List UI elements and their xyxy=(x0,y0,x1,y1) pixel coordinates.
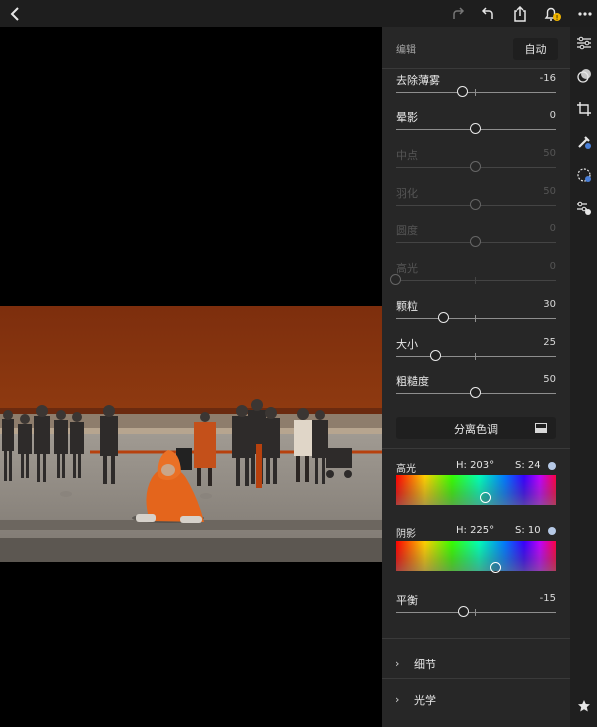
highlights-saturation-value: S: 24 xyxy=(515,460,541,471)
slider-label: 中点 xyxy=(396,149,418,162)
adjust-mask-icon[interactable] xyxy=(570,196,597,220)
slider-label: 大小 xyxy=(396,338,418,351)
photo-canvas[interactable] xyxy=(0,27,382,727)
slider-knob[interactable] xyxy=(438,312,449,323)
slider-value: 0 xyxy=(549,261,556,272)
slider-label: 粗糙度 xyxy=(396,375,429,388)
more-icon[interactable] xyxy=(576,0,594,27)
slider-value: 50 xyxy=(543,148,556,159)
notification-badge: ! xyxy=(556,14,559,22)
section-detail[interactable]: › 细节 xyxy=(382,647,570,677)
slider-track[interactable] xyxy=(396,92,556,93)
slider-label: 晕影 xyxy=(396,111,418,124)
edit-sliders-icon[interactable] xyxy=(570,31,597,55)
redo-icon[interactable] xyxy=(449,0,467,27)
balance-slider[interactable]: 平衡 -15 xyxy=(396,592,556,630)
back-icon[interactable] xyxy=(6,0,26,27)
slider-knob xyxy=(470,161,481,172)
auto-button[interactable]: 自动 xyxy=(513,38,558,60)
slider-track[interactable] xyxy=(396,356,556,357)
selective-edit-icon[interactable] xyxy=(570,163,597,187)
panel-divider xyxy=(382,638,570,639)
slider-knob[interactable] xyxy=(457,86,469,97)
slider-row[interactable]: 去除薄雾 -16 xyxy=(396,72,556,110)
section-detail-label: 细节 xyxy=(414,658,436,671)
slider-center-tick xyxy=(475,89,476,96)
highlights-hue-value: H: 203° xyxy=(456,460,495,471)
slider-track[interactable] xyxy=(396,612,556,613)
slider-center-tick xyxy=(475,353,476,360)
slider-label: 羽化 xyxy=(396,187,418,200)
share-icon[interactable] xyxy=(511,0,529,27)
slider-row[interactable]: 粗糙度 50 xyxy=(396,373,556,411)
slider-row[interactable]: 大小 25 xyxy=(396,336,556,374)
highlights-picker-knob[interactable] xyxy=(480,491,492,503)
slider-value: 0 xyxy=(549,223,556,234)
panel-divider xyxy=(382,448,570,449)
highlights-label: 高光 xyxy=(396,464,416,475)
slider-center-tick xyxy=(475,315,476,322)
slider-label: 去除薄雾 xyxy=(396,74,440,87)
highlights-color-picker[interactable] xyxy=(396,475,556,505)
healing-brush-icon[interactable] xyxy=(570,130,597,154)
shadows-tone-row: 阴影 H: 225° S: 10 xyxy=(396,525,556,540)
shadows-color-swatch[interactable] xyxy=(548,527,556,535)
slider-knob[interactable] xyxy=(430,350,441,361)
panel-divider xyxy=(382,678,570,679)
slider-row[interactable]: 晕影 0 xyxy=(396,109,556,147)
slider-value: 50 xyxy=(543,374,556,385)
shadows-hue-value: H: 225° xyxy=(456,525,495,536)
slider-row[interactable]: 颗粒 30 xyxy=(396,298,556,336)
photo-image xyxy=(0,306,382,562)
tool-rail xyxy=(570,27,597,727)
chevron-right-icon: › xyxy=(395,657,400,670)
undo-icon[interactable] xyxy=(479,0,497,27)
slider-knob xyxy=(390,274,401,285)
split-toning-label: 分离色调 xyxy=(454,423,498,436)
slider-label: 高光 xyxy=(396,262,418,275)
slider-row: 羽化 50 xyxy=(396,185,556,223)
top-toolbar: ! xyxy=(0,0,597,27)
slider-row: 中点 50 xyxy=(396,147,556,185)
slider-track[interactable] xyxy=(396,318,556,319)
slider-track xyxy=(396,280,556,281)
split-toning-icon xyxy=(535,423,547,433)
shadows-picker-knob[interactable] xyxy=(490,562,501,573)
panel-divider xyxy=(382,68,570,69)
balance-label: 平衡 xyxy=(396,594,418,607)
slider-knob[interactable] xyxy=(470,387,481,398)
shadows-label: 阴影 xyxy=(396,529,416,540)
crop-icon[interactable] xyxy=(570,97,597,121)
slider-value: 0 xyxy=(549,110,556,121)
shadows-color-picker[interactable] xyxy=(396,541,556,573)
slider-center-tick xyxy=(475,277,476,284)
balance-value: -15 xyxy=(539,593,556,604)
section-optics-label: 光学 xyxy=(414,694,436,707)
slider-value: 30 xyxy=(543,299,556,310)
slider-row: 高光 0 xyxy=(390,260,556,298)
star-icon[interactable] xyxy=(570,694,597,718)
highlights-color-swatch[interactable] xyxy=(548,462,556,470)
slider-row: 圆度 0 xyxy=(396,222,556,260)
shadows-saturation-value: S: 10 xyxy=(515,525,541,536)
presets-icon[interactable] xyxy=(570,64,597,88)
slider-knob[interactable] xyxy=(470,123,481,134)
chevron-right-icon: › xyxy=(395,693,400,706)
slider-knob[interactable] xyxy=(458,606,469,617)
slider-knob xyxy=(470,199,481,210)
highlights-tone-row: 高光 H: 203° S: 24 xyxy=(396,460,556,475)
panel-title: 编辑 xyxy=(396,45,416,56)
edit-panel: 编辑 自动 去除薄雾 -16 晕影 0 中点 50 羽化 50 圆度 0 高光 0 颗粒 30 大小 25 粗糙… xyxy=(382,27,570,727)
slider-knob xyxy=(470,236,481,247)
split-toning-button[interactable]: 分离色调 xyxy=(396,417,556,439)
slider-label: 圆度 xyxy=(396,224,418,237)
slider-value: 25 xyxy=(543,337,556,348)
slider-value: -16 xyxy=(539,73,556,84)
notification-bell-icon[interactable]: ! xyxy=(542,0,562,27)
slider-center-tick xyxy=(475,609,476,616)
section-optics[interactable]: › 光学 xyxy=(382,683,570,713)
slider-value: 50 xyxy=(543,186,556,197)
slider-label: 颗粒 xyxy=(396,300,418,313)
